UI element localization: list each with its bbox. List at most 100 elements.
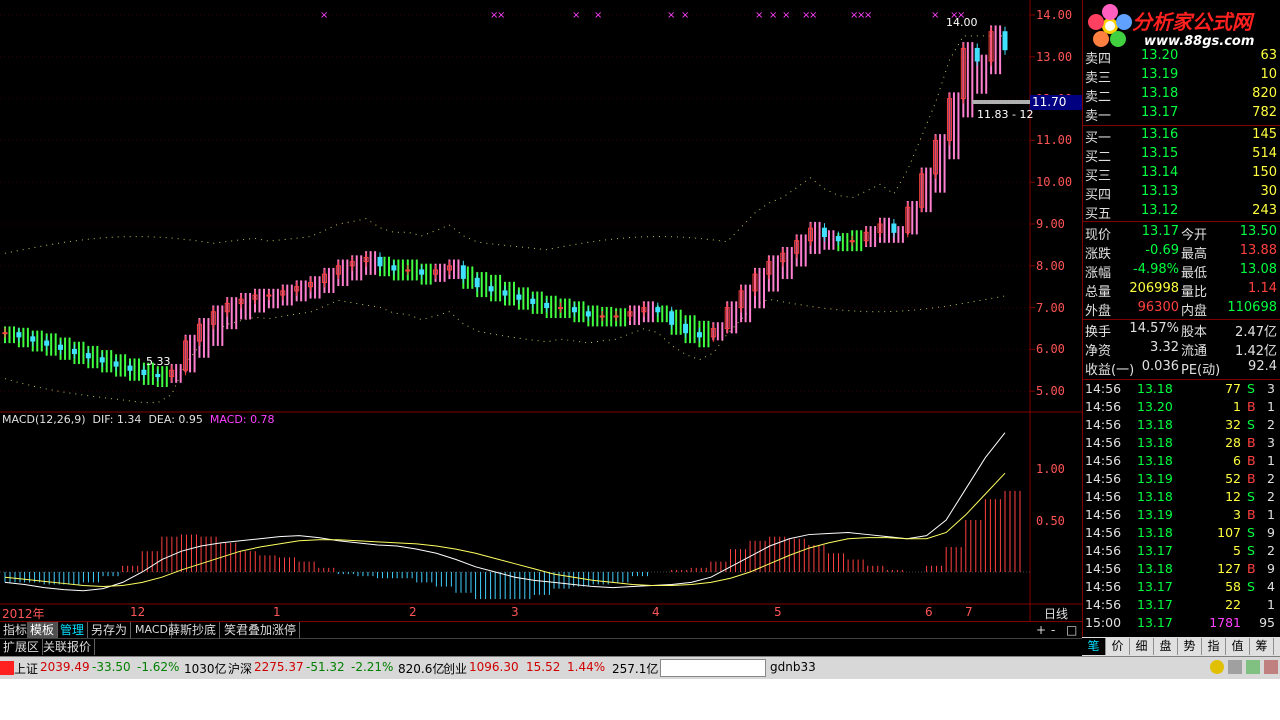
trade-volume: 5 [1233,543,1241,558]
tab-index[interactable]: 指 [1202,638,1226,655]
tab-trend[interactable]: 势 [1178,638,1202,655]
tab-ticks[interactable]: 笔 [1082,638,1106,655]
tab-value[interactable]: 值 [1226,638,1250,655]
candle-body [419,269,425,275]
trade-side: S [1247,417,1255,432]
ask-price: 13.18 [1141,86,1179,101]
trade-volume: 1 [1233,399,1241,414]
quote-label: 现价 [1085,228,1112,243]
sz-change: -51.32 [306,660,345,674]
tab-extension[interactable]: 扩展区 [0,639,44,655]
trade-price: 13.17 [1137,615,1173,630]
trade-row: 14:56 13.19 52 B 2 [1085,471,1279,489]
network-icon[interactable] [1246,660,1260,674]
trade-row: 14:56 13.20 1 B 1 [1085,399,1279,417]
trade-time: 14:56 [1085,507,1122,522]
trade-volume: 12 [1225,489,1241,504]
macd-dif-line [4,432,1006,592]
tab-manage[interactable]: 管理 [57,622,89,638]
ask-label: 卖三 [1085,71,1112,86]
coin-icon[interactable] [1210,660,1224,674]
trade-count: 2 [1267,489,1275,504]
bid-price: 13.12 [1141,203,1179,218]
quote-row: 外盘 96300 内盘 110698 [1085,300,1277,319]
tab-detail[interactable]: 细 [1130,638,1154,655]
x-label-4: 4 [652,605,660,619]
candle-body [44,340,50,346]
signal-mark: × [681,10,689,21]
tab-save-as[interactable]: 另存为 [88,622,132,638]
zoom-out-button[interactable]: - [1048,622,1058,638]
trade-row: 14:56 13.18 127 B 9 [1085,561,1279,579]
bid-row: 买一 13.16 145 [1085,127,1277,146]
sh-pct: -1.62% [137,660,180,674]
trade-volume: 6 [1233,453,1241,468]
candle-body [683,323,689,334]
market-breadth-widget[interactable] [660,659,766,677]
ask-label: 卖二 [1085,90,1112,105]
trade-volume: 3 [1233,507,1241,522]
tab-price[interactable]: 价 [1106,638,1130,655]
period-label[interactable]: 日线 [1044,605,1068,622]
trade-side: B [1247,435,1256,450]
candle-body [669,311,675,325]
sz-value: 2275.37 [254,660,304,674]
candle-body [849,240,855,243]
signal-mark: × [809,10,817,21]
tab-related-quotes[interactable]: 关联报价 [40,639,96,655]
sz-name: 沪深 [228,662,253,676]
trade-side: B [1247,561,1256,576]
price-axis-label: 14.00 [1036,8,1073,22]
trade-time: 14:56 [1085,597,1122,612]
candle-body [488,286,494,292]
gear-icon[interactable] [1228,660,1242,674]
bid-price: 13.15 [1141,146,1179,161]
macd-axis-05: 0.50 [1036,514,1065,528]
tab-xuesi[interactable]: 薛斯抄底 [165,622,221,638]
candle-body [377,256,383,267]
trade-volume: 28 [1225,435,1241,450]
macd-dea: DEA: 0.95 [148,413,203,426]
bid-volume: 145 [1252,127,1277,142]
bid-price: 13.13 [1141,184,1179,199]
indicator-tabs: 指标 模板 管理 另存为 MACD 薛斯抄底 笑君叠加涨停 + - □ [0,621,1082,638]
candle-body [502,290,508,296]
alert-icon[interactable] [0,661,14,675]
x-label-2: 2 [409,605,417,619]
candle-body [85,353,91,359]
tab-template[interactable]: 模板 [27,622,59,638]
tab-chips[interactable]: 筹 [1250,638,1274,655]
candle-body [30,336,36,342]
x-label-2012: 2012年 [2,607,45,621]
candle-body [266,294,272,297]
trade-count: 95 [1259,615,1275,630]
quote-value: 1.14 [1248,281,1277,296]
price-axis-label: 11.00 [1036,133,1073,148]
high-price-label: 14.00 [946,16,978,29]
ask-volume: 10 [1260,67,1277,82]
candle-body [516,294,522,300]
sound-icon[interactable] [1264,660,1278,674]
bid-row: 买二 13.15 514 [1085,146,1277,165]
maximize-button[interactable]: □ [1063,622,1080,638]
price-marker: 11.70 [1030,95,1082,110]
price-axis-label: 13.00 [1036,49,1073,64]
chart-canvas[interactable]: × ×× × × × × × × × ×× ××× × ×× [0,0,1082,656]
zoom-in-button[interactable]: + [1033,622,1049,638]
candle-body [127,365,133,371]
trade-price: 13.18 [1137,489,1173,504]
candle-body [571,307,577,313]
candle-body [58,344,64,350]
x-label-1: 1 [273,605,281,619]
tab-xiaojun[interactable]: 笑君叠加涨停 [221,622,301,638]
fund-label: 股本 [1181,325,1208,340]
fund-value: 14.57% [1129,321,1179,336]
candle-body [655,307,661,313]
price-axis-label: 10.00 [1036,175,1073,190]
ask-label: 卖一 [1085,109,1112,124]
trade-side: B [1247,399,1256,414]
quote-label: 最高 [1181,247,1208,262]
username: gdnb33 [770,660,816,674]
macd-dif: DIF: 1.34 [92,413,142,426]
tab-board[interactable]: 盘 [1154,638,1178,655]
